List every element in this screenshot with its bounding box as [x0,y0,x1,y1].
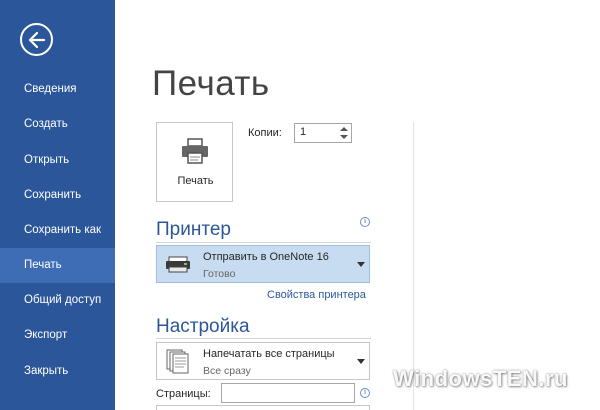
pages-stack-icon [166,349,189,374]
sidebar-item-info[interactable]: Сведения [0,72,115,107]
printer-section-divider [156,242,371,243]
next-setting-dropdown[interactable] [156,405,370,410]
print-backstage: Сведения Создать Открыть Сохранить Сохра… [0,0,600,410]
back-button[interactable] [20,23,53,56]
sidebar-item-save-as[interactable]: Сохранить как [0,213,115,248]
settings-section-title: Настройка [156,316,250,337]
settings-section-divider [156,338,371,339]
backstage-sidebar: Сведения Создать Открыть Сохранить Сохра… [0,0,115,410]
print-range-value: Напечатать все страницы [203,348,335,360]
back-arrow-icon [28,31,46,49]
watermark: WindowsTEN.ru [393,366,568,391]
print-button-label: Печать [177,175,214,187]
chevron-down-icon [357,262,365,267]
print-range-dropdown[interactable]: Напечатать все страницы Все сразу [156,342,370,380]
stepper-up-icon[interactable] [340,127,348,131]
chevron-down-icon [357,359,365,364]
sidebar-item-share[interactable]: Общий доступ [0,283,115,318]
sidebar-item-export[interactable]: Экспорт [0,318,115,353]
copies-value: 1 [300,126,307,138]
printer-status: Готово [203,268,236,280]
print-range-description: Все сразу [203,365,251,377]
print-button[interactable]: Печать [156,122,233,202]
sidebar-item-print[interactable]: Печать [0,248,115,283]
pages-info-icon[interactable]: i [360,388,370,398]
copies-stepper[interactable]: 1 [294,123,352,143]
stepper-arrows[interactable] [339,125,349,141]
printer-icon [182,138,208,164]
printer-name: Отправить в OneNote 16 [203,251,329,263]
printer-properties-link[interactable]: Свойства принтера [267,289,366,301]
pages-input[interactable] [221,383,355,403]
sidebar-item-open[interactable]: Открыть [0,143,115,178]
page-title: Печать [152,64,270,103]
printer-device-icon [166,256,190,273]
sidebar-item-close[interactable]: Закрыть [0,354,115,389]
copies-label: Копии: [248,127,282,139]
sidebar-item-save[interactable]: Сохранить [0,178,115,213]
pages-label: Страницы: [156,388,211,400]
printer-section-title: Принтер [156,219,231,240]
printer-dropdown[interactable]: Отправить в OneNote 16 Готово [156,245,370,283]
printer-info-icon[interactable]: i [360,217,370,227]
sidebar-item-new[interactable]: Создать [0,107,115,142]
stepper-down-icon[interactable] [340,135,348,139]
